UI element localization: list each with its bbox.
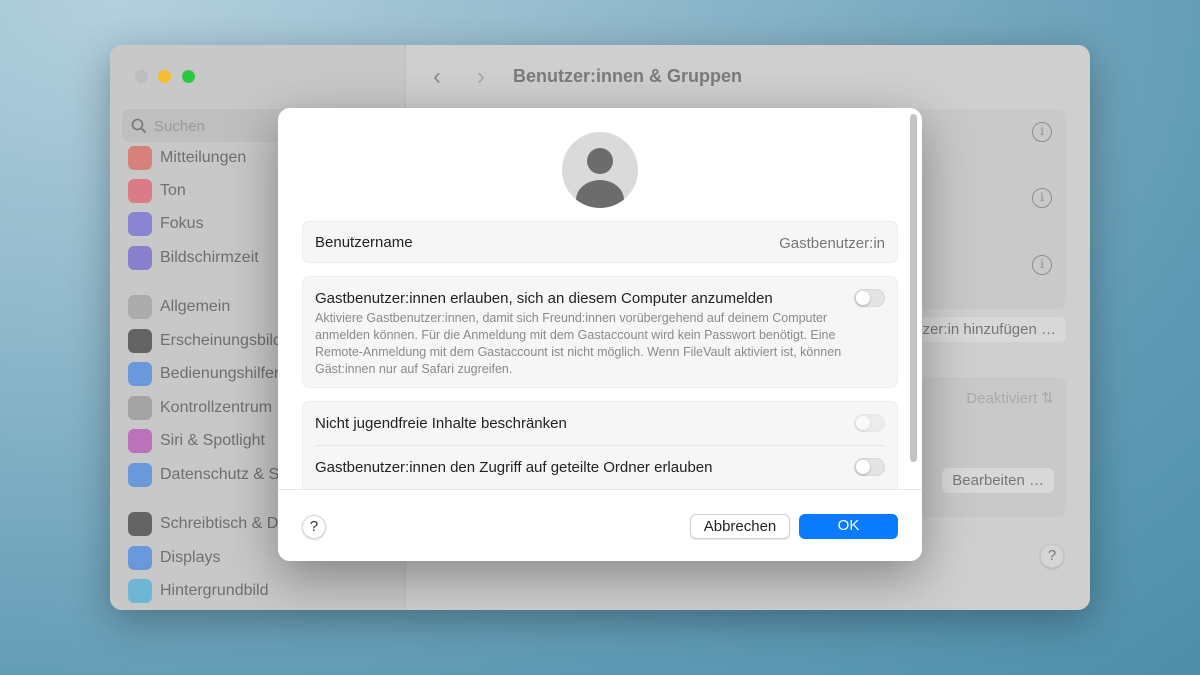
shared-folders-label: Gastbenutzer:innen den Zugriff auf getei… (315, 459, 713, 476)
sidebar-item-label: Hintergrundbild (160, 582, 269, 599)
back-button[interactable]: ‹ (433, 63, 441, 91)
restrict-adult-toggle[interactable] (854, 414, 885, 432)
allow-guest-description: Aktiviere Gastbenutzer:innen, damit sich… (315, 311, 842, 376)
sidebar-item-icon (128, 362, 152, 386)
auto-login-value: Deaktiviert (966, 390, 1038, 407)
username-label: Benutzername (315, 234, 413, 251)
sidebar-item[interactable]: Displays (128, 545, 220, 571)
username-value: Gastbenutzer:in (779, 235, 885, 252)
search-icon (131, 118, 147, 134)
sidebar-item-label: Kontrollzentrum (160, 399, 273, 416)
page-title: Benutzer:innen & Gruppen (513, 66, 742, 86)
allow-guest-row: Gastbenutzer:innen erlauben, sich an die… (302, 276, 898, 388)
dialog-footer: ? Abbrechen OK (278, 489, 922, 561)
auto-login-select[interactable]: Deaktiviert ⇅ (966, 389, 1054, 407)
sidebar-item[interactable]: Bedienungshilfen (128, 361, 283, 387)
chevron-updown-icon: ⇅ (1041, 390, 1054, 407)
sidebar-item[interactable]: Allgemein (128, 294, 230, 320)
sidebar-item-icon (128, 295, 152, 319)
sidebar-item-icon (128, 212, 152, 236)
zoom-button[interactable] (182, 70, 195, 83)
cancel-button[interactable]: Abbrechen (690, 514, 790, 539)
help-button[interactable]: ? (1040, 544, 1064, 568)
shared-folders-toggle[interactable] (854, 458, 885, 476)
sidebar-item-icon (128, 329, 152, 353)
help-button[interactable]: ? (302, 515, 326, 539)
info-icon[interactable]: i (1032, 255, 1052, 275)
info-icon[interactable]: i (1032, 188, 1052, 208)
sidebar-item-icon (128, 579, 152, 603)
sidebar-item-icon (128, 146, 152, 170)
minimize-button[interactable] (158, 70, 171, 83)
sidebar-item-icon (128, 396, 152, 420)
sidebar-item[interactable]: Mitteilungen (128, 145, 246, 171)
info-icon[interactable]: i (1032, 122, 1052, 142)
allow-guest-label: Gastbenutzer:innen erlauben, sich an die… (315, 290, 773, 307)
sidebar-item[interactable]: Bildschirmzeit (128, 245, 259, 271)
sidebar-item[interactable]: Fokus (128, 211, 204, 237)
allow-guest-toggle[interactable] (854, 289, 885, 307)
sidebar-item-label: Ton (160, 182, 186, 199)
sidebar-item-icon (128, 179, 152, 203)
edit-button[interactable]: Bearbeiten … (942, 468, 1054, 493)
sidebar-item-icon (128, 546, 152, 570)
sidebar-item[interactable]: Erscheinungsbild (128, 328, 282, 354)
sidebar-item-label: Bildschirmzeit (160, 249, 259, 266)
restrict-adult-label: Nicht jugendfreie Inhalte beschränken (315, 415, 567, 432)
sidebar-item[interactable]: Schreibtisch & Dock (128, 511, 303, 537)
sidebar-item-icon (128, 463, 152, 487)
sidebar-item[interactable]: Kontrollzentrum (128, 395, 272, 421)
sidebar-item-label: Fokus (160, 215, 204, 232)
sidebar-item-label: Displays (160, 549, 221, 566)
sidebar-item-icon (128, 429, 152, 453)
sidebar-item-label: Siri & Spotlight (160, 432, 265, 449)
ok-button[interactable]: OK (799, 514, 898, 539)
scrollbar[interactable] (910, 114, 917, 462)
user-avatar-icon (562, 132, 638, 208)
sidebar-item[interactable]: Hintergrundbild (128, 578, 269, 604)
sidebar-item-icon (128, 512, 152, 536)
guest-options-group: Nicht jugendfreie Inhalte beschränken Ga… (302, 401, 898, 501)
forward-button[interactable]: › (477, 63, 485, 91)
username-row: Benutzername Gastbenutzer:in (302, 221, 898, 263)
guest-user-dialog: Benutzername Gastbenutzer:in Gastbenutze… (278, 108, 922, 561)
sidebar-item-label: Bedienungshilfen (160, 365, 283, 382)
search-placeholder: Suchen (154, 118, 205, 135)
sidebar-item-label: Mitteilungen (160, 149, 247, 166)
close-button[interactable] (135, 70, 148, 83)
sidebar-item[interactable]: Ton (128, 178, 186, 204)
sidebar-item-label: Erscheinungsbild (160, 332, 282, 349)
sidebar-item-label: Allgemein (160, 298, 231, 315)
sidebar-item-icon (128, 246, 152, 270)
sidebar-item[interactable]: Siri & Spotlight (128, 428, 265, 454)
